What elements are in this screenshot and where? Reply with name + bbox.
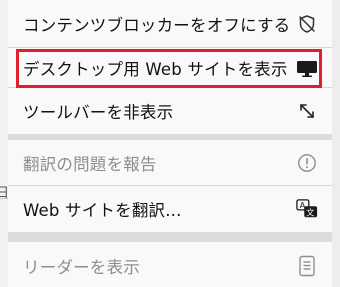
menu-item-hide-toolbar[interactable]: ツールバーを非表示	[8, 88, 332, 134]
menu-item-label: Web サイトを翻訳...	[23, 201, 182, 220]
menu-item-label: リーダーを表示	[23, 258, 140, 277]
menu-item-show-reader[interactable]: リーダーを表示	[8, 242, 332, 287]
menu-group-1: コンテンツブロッカーをオフにする デスクトップ用 Web サイトを表示 ツールバ…	[8, 0, 332, 134]
menu-group-3: リーダーを表示	[8, 242, 332, 287]
shield-slash-icon	[296, 13, 318, 35]
svg-text:文: 文	[306, 207, 314, 217]
menu-item-label: コンテンツブロッカーをオフにする	[23, 15, 291, 35]
expand-arrows-icon	[296, 100, 318, 122]
menu-item-translate-website[interactable]: Web サイトを翻訳... A 文	[8, 186, 332, 232]
desktop-monitor-icon	[296, 57, 318, 79]
translate-icon: A 文	[296, 198, 318, 220]
background-page-edge: 日	[0, 0, 9, 287]
page-options-menu: コンテンツブロッカーをオフにする デスクトップ用 Web サイトを表示 ツールバ…	[8, 0, 332, 287]
background-divider	[0, 198, 8, 199]
menu-group-2: 翻訳の問題を報告 Web サイトを翻訳... A 文	[8, 140, 332, 232]
menu-item-label: 翻訳の問題を報告	[23, 154, 157, 174]
menu-item-label: ツールバーを非表示	[23, 103, 174, 122]
exclamation-circle-icon	[296, 152, 318, 174]
menu-item-request-desktop-site[interactable]: デスクトップ用 Web サイトを表示	[8, 48, 332, 88]
menu-item-label: デスクトップ用 Web サイトを表示	[23, 59, 288, 79]
reader-document-icon	[296, 255, 318, 277]
menu-item-report-translation-issue[interactable]: 翻訳の問題を報告	[8, 140, 332, 186]
menu-separator	[8, 232, 332, 242]
menu-item-disable-content-blockers[interactable]: コンテンツブロッカーをオフにする	[8, 0, 332, 48]
